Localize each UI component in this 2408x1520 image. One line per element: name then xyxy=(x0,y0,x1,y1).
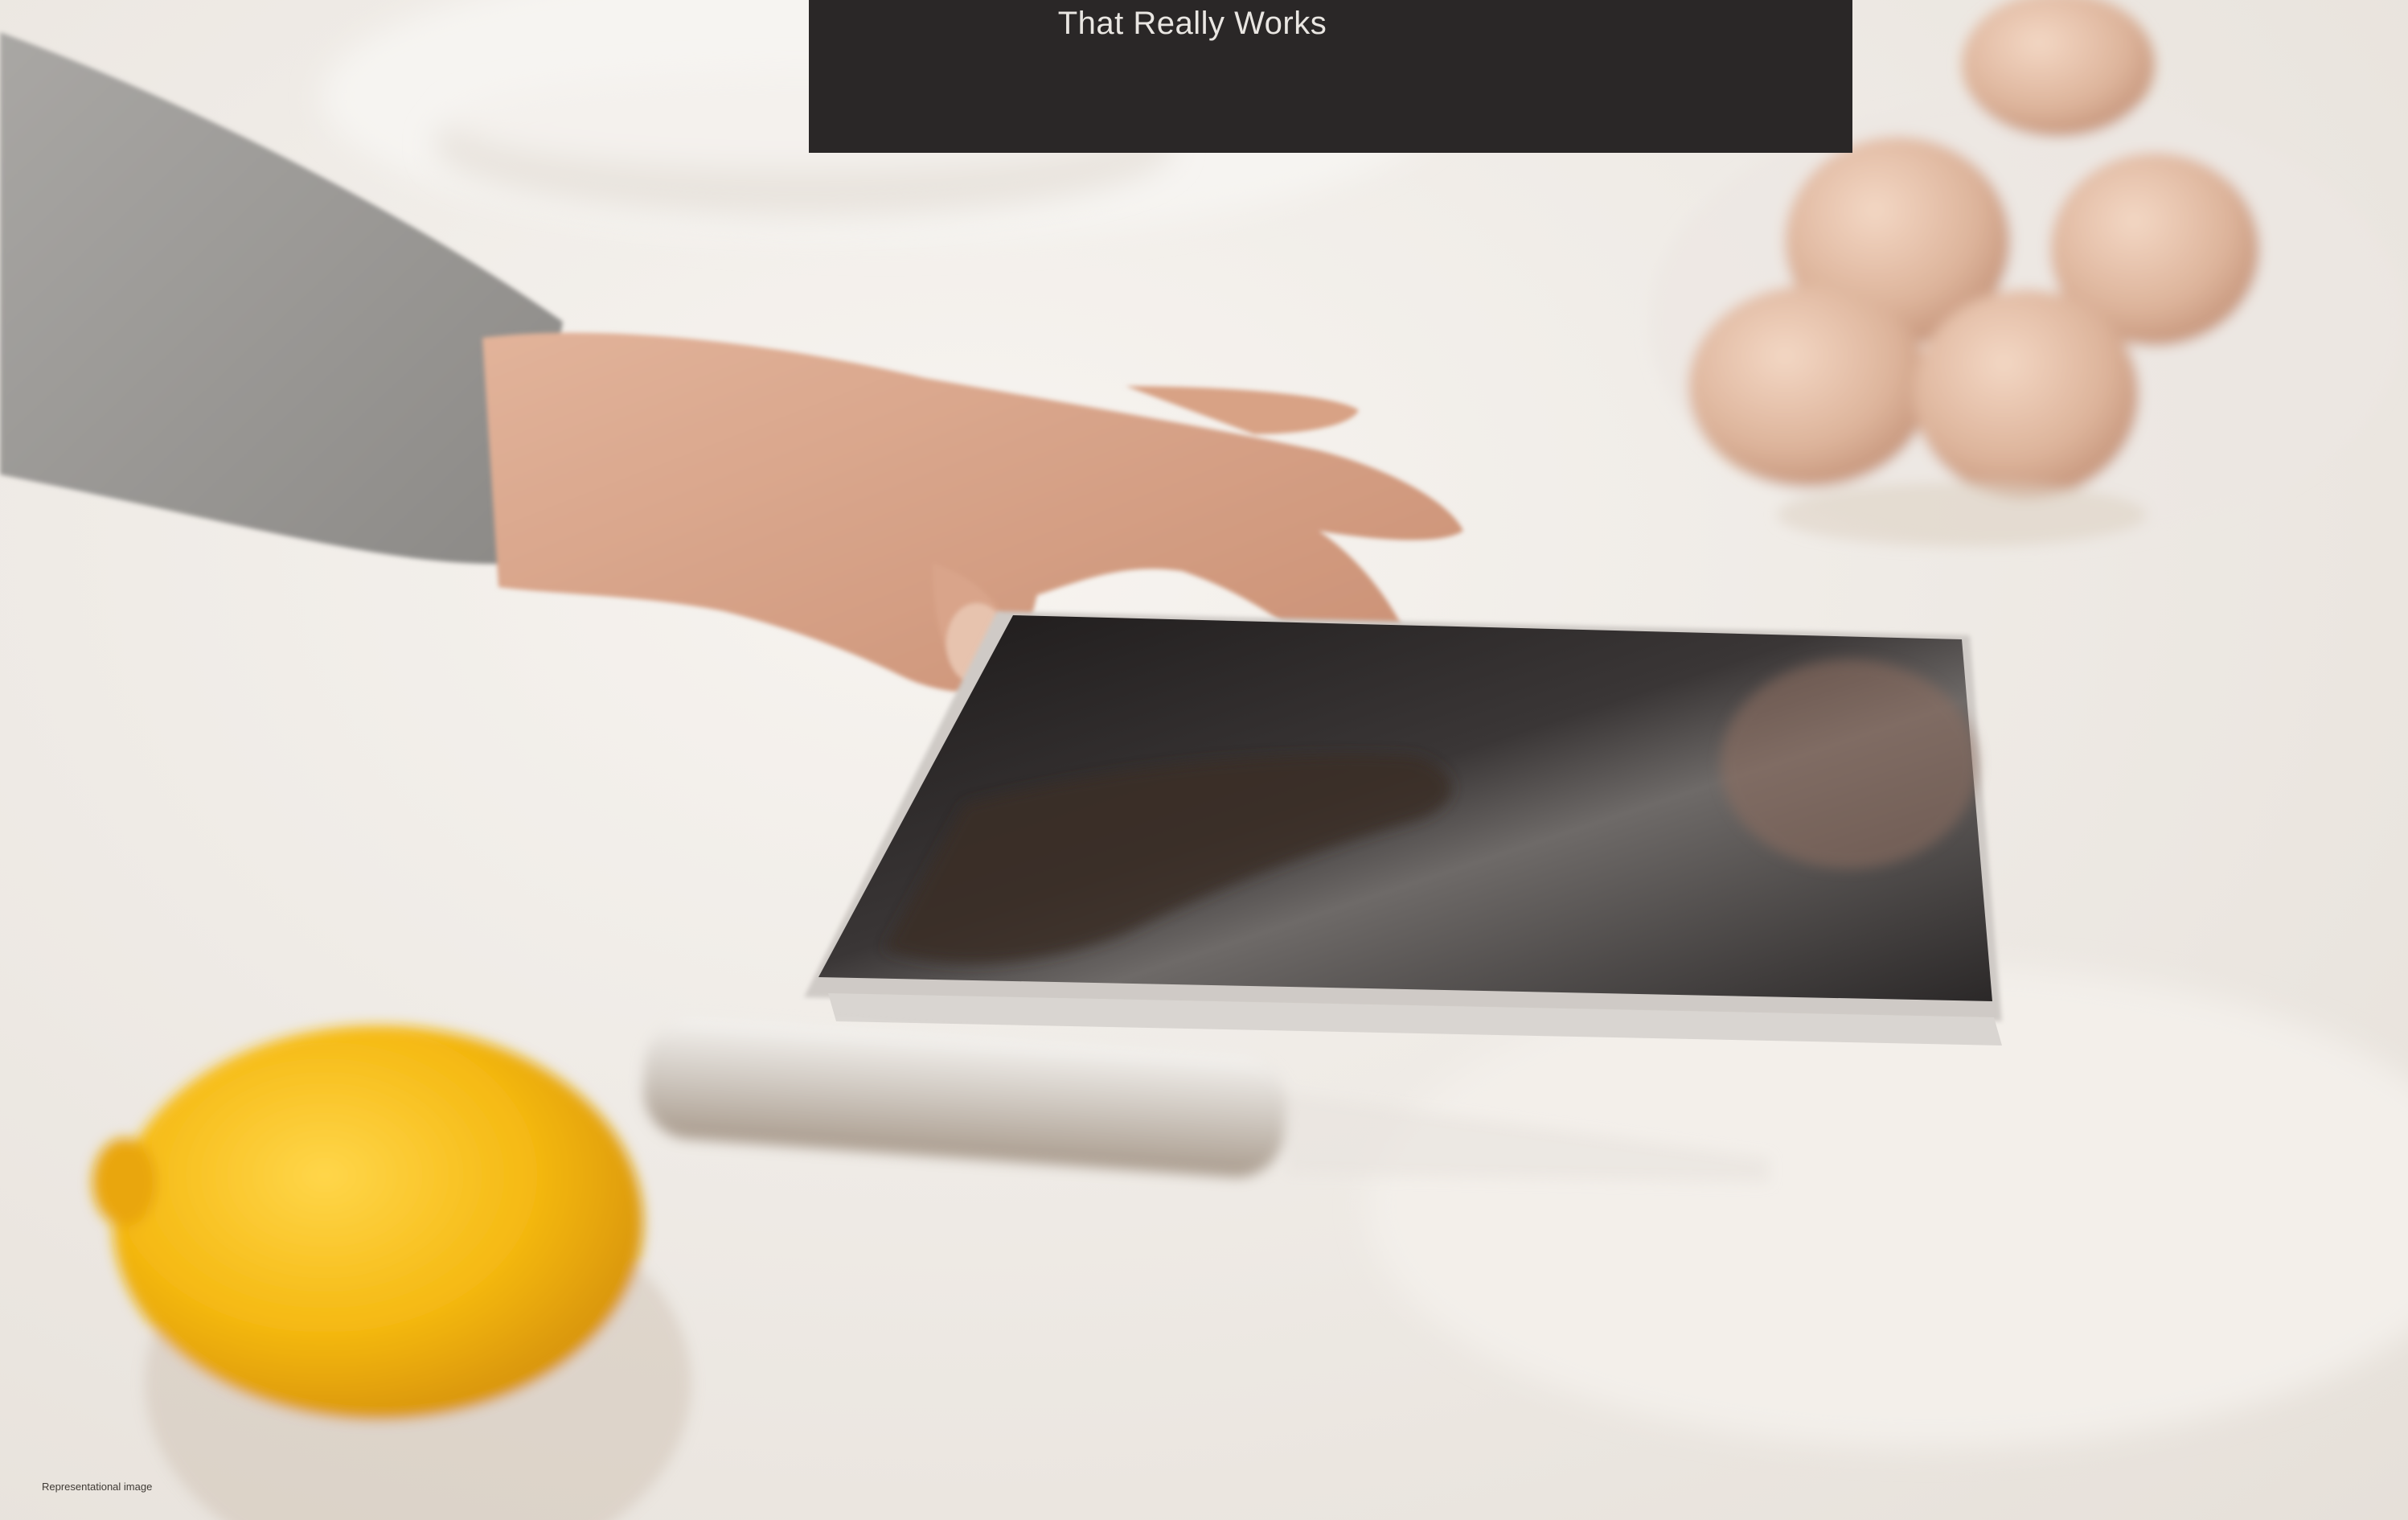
representational-image-caption: Representational image xyxy=(42,1481,153,1493)
headline-text: That Really Works xyxy=(1057,6,1327,41)
hero-photo: That Really Works Representational image xyxy=(0,0,2408,1520)
lemon xyxy=(92,1025,691,1520)
kitchen-photo xyxy=(0,0,2408,1520)
headline-banner: That Really Works xyxy=(809,0,1852,153)
tablet xyxy=(804,611,2002,1046)
